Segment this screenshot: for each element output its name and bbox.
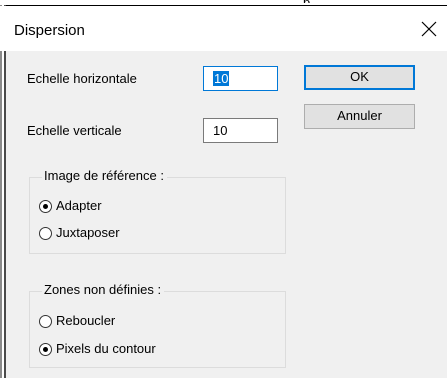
background-window-title-fragment: p	[303, 0, 331, 3]
vertical-scale-input[interactable]: 10	[203, 118, 278, 143]
dialog-title: Dispersion	[14, 22, 85, 39]
horizontal-scale-label: Echelle horizontale	[27, 71, 137, 86]
dialog-body: Echelle horizontale 10 Echelle verticale…	[6, 51, 447, 378]
cancel-button[interactable]: Annuler	[304, 104, 415, 129]
undefined-zones-group: Zones non définies : Reboucler Pixels du…	[29, 282, 286, 368]
close-icon	[421, 21, 437, 37]
title-bar[interactable]: Dispersion	[0, 6, 447, 51]
radio-circle	[39, 227, 52, 240]
horizontal-scale-input[interactable]: 10	[203, 66, 278, 91]
horizontal-scale-value: 10	[213, 71, 230, 86]
radio-circle-selected	[39, 343, 52, 356]
vertical-scale-value: 10	[213, 123, 228, 138]
close-button[interactable]	[414, 14, 444, 44]
ok-button[interactable]: OK	[304, 65, 415, 90]
radio-reboucler-label: Reboucler	[56, 313, 116, 328]
vertical-scale-label: Echelle verticale	[27, 123, 122, 138]
radio-circle	[39, 315, 52, 328]
radio-juxtaposer-label: Juxtaposer	[56, 225, 120, 240]
radio-pixels-du-contour-label: Pixels du contour	[56, 341, 156, 356]
reference-image-group: Image de référence : Adapter Juxtaposer	[29, 168, 286, 254]
radio-adapter-label: Adapter	[56, 198, 102, 213]
reference-image-legend: Image de référence :	[42, 168, 167, 183]
radio-circle-selected	[39, 200, 52, 213]
undefined-zones-legend: Zones non définies :	[42, 282, 165, 297]
